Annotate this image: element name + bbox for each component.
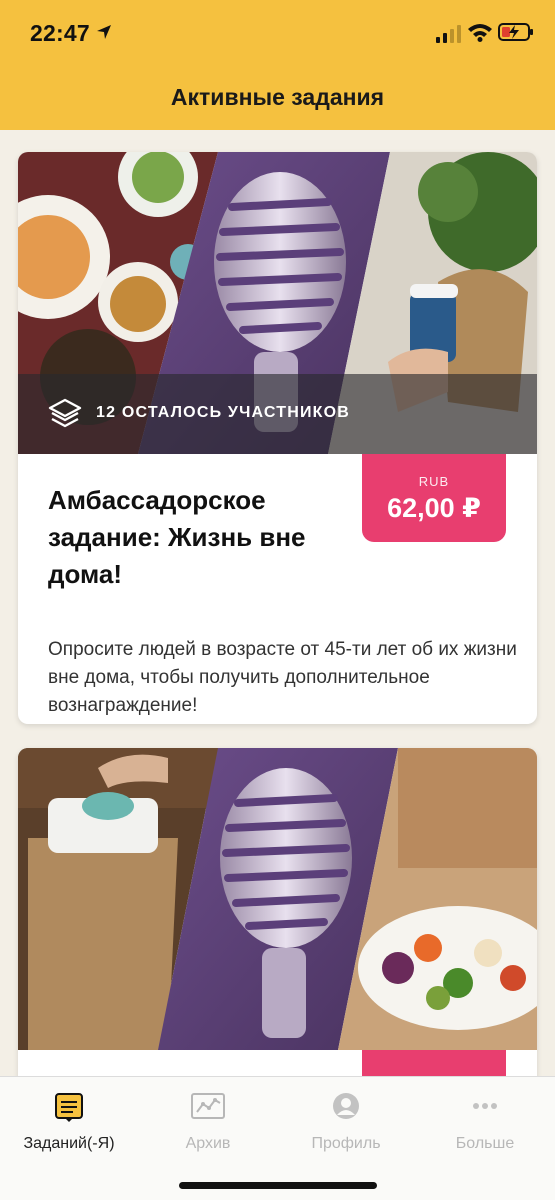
task-feed[interactable]: 12 ОСТАЛОСЬ УЧАСТНИКОВ RUB 62,00 ₽ Амбас…: [0, 130, 555, 1076]
tab-archive[interactable]: Архив: [139, 1091, 277, 1152]
task-cover-image: 12 ОСТАЛОСЬ УЧАСТНИКОВ: [18, 152, 537, 454]
price-badge: RUB 62,00 ₽: [362, 454, 506, 542]
archive-chart-icon: [191, 1093, 225, 1119]
task-card[interactable]: 12 ОСТАЛОСЬ УЧАСТНИКОВ RUB 62,00 ₽ Амбас…: [18, 152, 537, 724]
tab-label: Архив: [185, 1135, 231, 1152]
task-title: Амбассадорское задание: Жизнь вне дома!: [48, 485, 306, 589]
status-bar: 22:47: [0, 0, 555, 68]
home-indicator[interactable]: [179, 1182, 377, 1189]
tab-profile[interactable]: Профиль: [277, 1091, 415, 1152]
battery-charging-icon: [498, 23, 533, 41]
task-cover-image: [18, 748, 537, 1050]
tab-label: Заданий(-Я): [23, 1135, 115, 1152]
layers-icon: [48, 398, 82, 428]
tab-label: Больше: [455, 1135, 515, 1152]
tab-tasks[interactable]: Заданий(-Я): [0, 1091, 138, 1152]
participants-banner: 12 ОСТАЛОСЬ УЧАСТНИКОВ: [18, 374, 537, 454]
profile-icon: [333, 1093, 359, 1119]
price-value: 62,00 ₽: [387, 493, 481, 523]
cellular-signal-icon: [436, 25, 461, 43]
location-arrow-icon: [97, 25, 111, 39]
task-description: Опросите людей в возрасте от 45-ти лет о…: [48, 639, 517, 716]
participants-remaining: 12 ОСТАЛОСЬ УЧАСТНИКОВ: [96, 404, 351, 421]
more-dots-icon: [473, 1103, 497, 1109]
price-currency: RUB: [418, 474, 450, 489]
tab-more[interactable]: Больше: [416, 1091, 554, 1152]
status-time: 22:47: [30, 20, 90, 46]
task-card[interactable]: [18, 748, 537, 1076]
tab-label: Профиль: [311, 1135, 381, 1152]
wifi-icon: [468, 24, 492, 42]
top-bar: 22:47 Активные задания: [0, 0, 555, 130]
tasks-icon: [55, 1093, 83, 1122]
page-title: Активные задания: [170, 84, 385, 110]
price-badge: [362, 1050, 506, 1076]
